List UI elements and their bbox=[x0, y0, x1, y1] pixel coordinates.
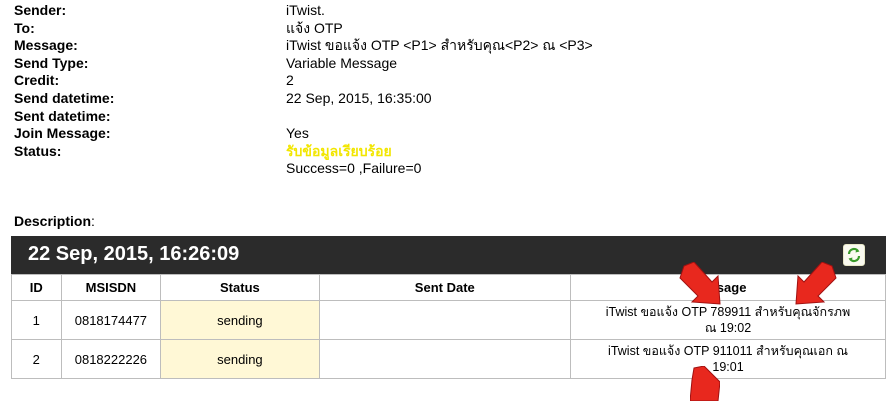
refresh-button[interactable] bbox=[843, 244, 865, 266]
sms-details: Sender: iTwist. To: แจ้ง OTP Message: iT… bbox=[14, 2, 593, 178]
detail-label: Sender bbox=[14, 2, 62, 18]
message-line: ณ 19:02 bbox=[704, 321, 752, 335]
table-row: 2 0818222226 sending iTwist ขอแจ้ง OTP 9… bbox=[11, 339, 886, 379]
annotation-arrow-icon bbox=[690, 366, 720, 401]
cell-id: 2 bbox=[11, 339, 62, 379]
detail-row-sent-datetime: Sent datetime: bbox=[14, 107, 111, 124]
annotation-arrow-icon bbox=[679, 262, 721, 305]
cell-msisdn: 0818222226 bbox=[60, 339, 162, 379]
refresh-icon bbox=[847, 247, 861, 263]
table-row: 1 0818174477 sending iTwist ขอแจ้ง OTP 7… bbox=[11, 300, 886, 340]
message-line: 19:01 bbox=[712, 360, 744, 374]
detail-row-send-type: Send Type: Variable Message bbox=[14, 54, 398, 71]
recipient-panel: 22 Sep, 2015, 16:26:09 ID MSISDN Status … bbox=[11, 236, 886, 401]
result-counts: Success=0 ,Failure=0 bbox=[286, 160, 422, 177]
cell-status: sending bbox=[160, 339, 320, 379]
detail-label: Send datetime bbox=[14, 89, 110, 106]
detail-row-status: Status: รับข้อมูลเรียบร้อย bbox=[14, 142, 392, 159]
detail-value: iTwist ขอแจ้ง OTP <P1> สำหรับคุณ<P2> ณ <… bbox=[286, 37, 593, 54]
cell-msisdn: 0818174477 bbox=[60, 300, 162, 340]
message-line: iTwist ขอแจ้ง OTP 911011 สำหรับคุณเอก ณ bbox=[608, 344, 848, 358]
panel-title: 22 Sep, 2015, 16:26:09 bbox=[28, 243, 240, 265]
column-header-sent-date[interactable]: Sent Date bbox=[318, 274, 572, 301]
detail-row-credit: Credit: 2 bbox=[14, 72, 294, 89]
detail-value: Variable Message bbox=[286, 54, 398, 71]
recipient-table: ID MSISDN Status Sent Date ssage 1 08181… bbox=[11, 274, 886, 379]
detail-row-join-message: Join Message: Yes bbox=[14, 125, 309, 142]
detail-row-result: Success=0 ,Failure=0 bbox=[14, 160, 593, 178]
column-header-message[interactable]: ssage bbox=[570, 274, 886, 301]
cell-sent-date bbox=[318, 339, 572, 379]
detail-label: Join Message bbox=[14, 125, 106, 142]
detail-row-message: Message: iTwist ขอแจ้ง OTP <P1> สำหรับคุ… bbox=[14, 37, 593, 54]
detail-value: iTwist. bbox=[286, 2, 325, 18]
detail-label: Credit bbox=[14, 72, 55, 89]
detail-value: แจ้ง OTP bbox=[286, 19, 343, 36]
cell-status: sending bbox=[160, 300, 320, 340]
detail-label: Status bbox=[14, 142, 57, 159]
detail-value: Yes bbox=[286, 125, 309, 142]
column-header-id[interactable]: ID bbox=[11, 274, 62, 301]
column-header-msisdn[interactable]: MSISDN bbox=[60, 274, 162, 301]
detail-label: Sent datetime bbox=[14, 107, 106, 124]
detail-value: 22 Sep, 2015, 16:35:00 bbox=[286, 89, 432, 106]
status-text: รับข้อมูลเรียบร้อย bbox=[286, 142, 392, 159]
detail-label: Send Type bbox=[14, 54, 84, 71]
description-label: Description: bbox=[14, 213, 95, 229]
annotation-arrow-icon bbox=[795, 262, 837, 305]
detail-label: Message bbox=[14, 37, 74, 54]
detail-value: 2 bbox=[286, 72, 294, 89]
table-header-row: ID MSISDN Status Sent Date ssage bbox=[11, 274, 886, 301]
detail-label: To bbox=[14, 19, 31, 36]
cell-message: iTwist ขอแจ้ง OTP 911011 สำหรับคุณเอก ณ … bbox=[570, 339, 886, 379]
panel-header: 22 Sep, 2015, 16:26:09 bbox=[11, 236, 886, 274]
cell-sent-date bbox=[318, 300, 572, 340]
cell-message: iTwist ขอแจ้ง OTP 789911 สำหรับคุณจักรภพ… bbox=[570, 300, 886, 340]
cell-id: 1 bbox=[11, 300, 62, 340]
detail-row-send-datetime: Send datetime: 22 Sep, 2015, 16:35:00 bbox=[14, 89, 432, 106]
detail-row-to: To: แจ้ง OTP bbox=[14, 19, 343, 36]
detail-row-sender: Sender: iTwist. bbox=[14, 2, 325, 18]
column-header-status[interactable]: Status bbox=[160, 274, 320, 301]
